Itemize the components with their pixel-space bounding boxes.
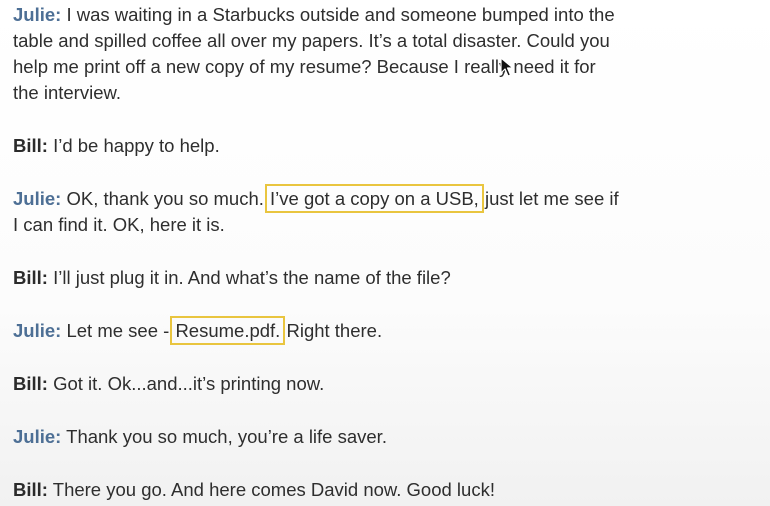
dialogue-line-bill-3: Bill: Got it. Ok...and...it’s printing n… — [13, 371, 324, 397]
dialogue-text: Let me see - — [66, 320, 170, 341]
dialogue-line-julie-1: Julie: I was waiting in a Starbucks outs… — [13, 2, 615, 28]
highlighted-phrase-filename: Resume.pdf. — [170, 316, 286, 345]
dialogue-text: I’ll just plug it in. And what’s the nam… — [53, 267, 451, 288]
speaker-bill: Bill: — [13, 373, 48, 394]
dialogue-line-bill-4: Bill: There you go. And here comes David… — [13, 477, 495, 503]
dialogue-text: There you go. And here comes David now. … — [52, 479, 495, 500]
dialogue-text: just let me see if — [484, 188, 619, 209]
speaker-julie: Julie: — [13, 320, 62, 341]
dialogue-line-continuation: table and spilled coffee all over my pap… — [13, 28, 610, 54]
dialogue-line-julie-3: Julie: Let me see - Resume.pdf. Right th… — [13, 316, 383, 345]
speaker-bill: Bill: — [13, 135, 48, 156]
dialogue-text: Right there. — [286, 320, 383, 341]
dialogue-line-julie-4: Julie: Thank you so much, you’re a life … — [13, 424, 387, 450]
dialogue-line-bill-1: Bill: I’d be happy to help. — [13, 133, 220, 159]
dialogue-text: I can find it. OK, here it is. — [13, 214, 225, 235]
dialogue-text: OK, thank you so much. — [66, 188, 264, 209]
speaker-julie: Julie: — [13, 426, 62, 447]
dialogue-line-bill-2: Bill: I’ll just plug it in. And what’s t… — [13, 265, 451, 291]
dialogue-line-continuation: the interview. — [13, 80, 121, 106]
dialogue-text: table and spilled coffee all over my pap… — [13, 30, 610, 51]
speaker-julie: Julie: — [13, 188, 62, 209]
dialogue-text: Got it. Ok...and...it’s printing now. — [53, 373, 325, 394]
dialogue-line-julie-2: Julie: OK, thank you so much. I’ve got a… — [13, 184, 619, 213]
dialogue-text: the interview. — [13, 82, 121, 103]
speaker-bill: Bill: — [13, 267, 48, 288]
speaker-julie: Julie: — [13, 4, 62, 25]
dialogue-text: I’d be happy to help. — [53, 135, 220, 156]
highlighted-phrase-usb: I’ve got a copy on a USB, — [265, 184, 484, 213]
dialogue-text: I was waiting in a Starbucks outside and… — [66, 4, 615, 25]
speaker-bill: Bill: — [13, 479, 48, 500]
mouse-pointer-icon — [500, 57, 514, 77]
dialogue-line-continuation: I can find it. OK, here it is. — [13, 212, 225, 238]
dialogue-text: Thank you so much, you’re a life saver. — [66, 426, 387, 447]
